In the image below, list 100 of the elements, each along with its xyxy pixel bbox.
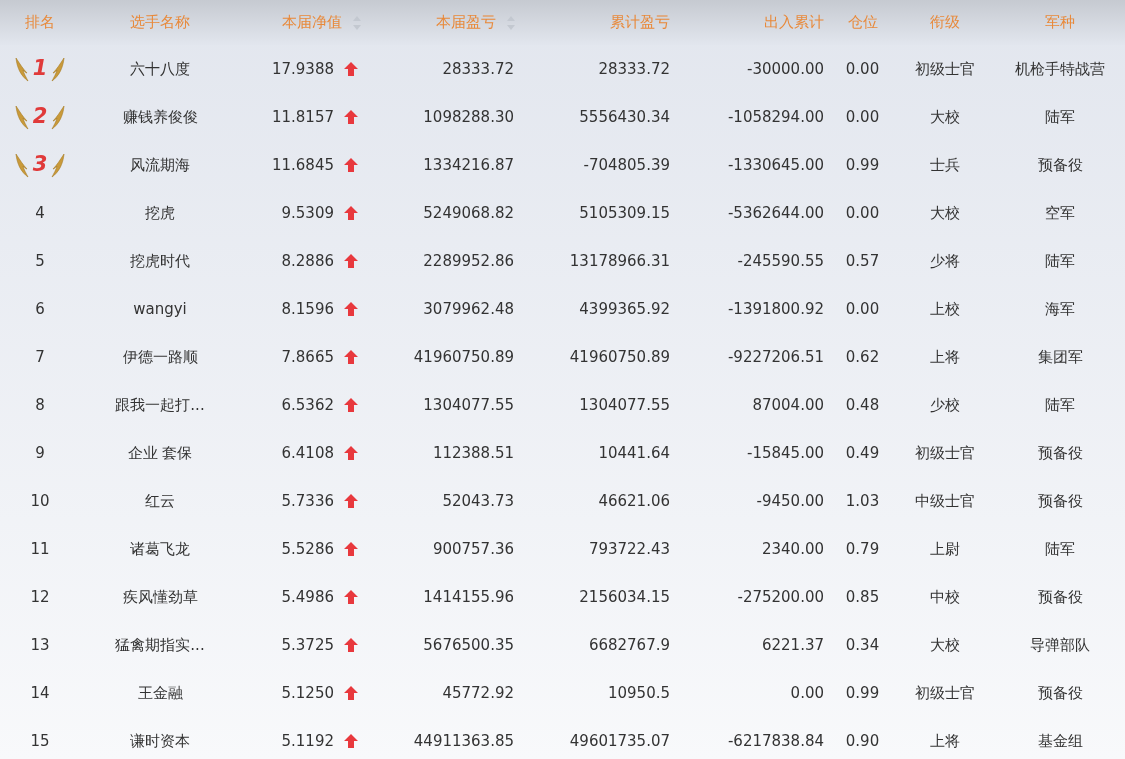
flow-value: -275200.00 bbox=[737, 586, 824, 608]
net-value: 8.1596 bbox=[281, 298, 334, 320]
rank-number: 9 bbox=[35, 442, 45, 464]
flow-value: -1330645.00 bbox=[727, 154, 824, 176]
rank-number: 7 bbox=[35, 346, 45, 368]
column-header: 排名 bbox=[25, 12, 55, 34]
total-profit-value: 13178966.31 bbox=[569, 250, 670, 272]
flow-value: -6217838.84 bbox=[727, 730, 824, 752]
flow-value: -1391800.92 bbox=[727, 298, 824, 320]
rank-title: 大校 bbox=[930, 634, 960, 656]
net-value: 8.2886 bbox=[281, 250, 334, 272]
position-value: 0.85 bbox=[845, 586, 880, 608]
rank-title: 大校 bbox=[930, 106, 960, 128]
net-value: 6.5362 bbox=[281, 394, 334, 416]
total-profit-value: 49601735.07 bbox=[569, 730, 670, 752]
total-profit-value: 4399365.92 bbox=[579, 298, 670, 320]
column-header: 军种 bbox=[1045, 12, 1075, 34]
position-value: 0.49 bbox=[845, 442, 880, 464]
total-profit-value: 5105309.15 bbox=[579, 202, 670, 224]
player-name: 诸葛飞龙 bbox=[130, 538, 190, 560]
position-value: 0.79 bbox=[845, 538, 880, 560]
player-name: 红云 bbox=[145, 490, 175, 512]
rank-title: 士兵 bbox=[930, 154, 960, 176]
profit-value: 5676500.35 bbox=[423, 634, 514, 656]
flow-value: -1058294.00 bbox=[727, 106, 824, 128]
total-profit-value: 793722.43 bbox=[588, 538, 670, 560]
net-value: 11.6845 bbox=[271, 154, 334, 176]
rank-title: 上将 bbox=[930, 730, 960, 752]
branch-name: 海军 bbox=[1045, 298, 1075, 320]
branch-name: 预备役 bbox=[1037, 682, 1083, 704]
rank-title: 初级士官 bbox=[915, 442, 975, 464]
net-value: 5.5286 bbox=[281, 538, 334, 560]
total-profit-value: 2156034.15 bbox=[579, 586, 670, 608]
flow-value: 2340.00 bbox=[761, 538, 824, 560]
branch-name: 预备役 bbox=[1037, 490, 1083, 512]
player-name: 挖虎 bbox=[145, 202, 175, 224]
sort-icon[interactable] bbox=[352, 14, 362, 31]
total-profit-value: -704805.39 bbox=[583, 154, 670, 176]
rank-number: 4 bbox=[35, 202, 45, 224]
rank-number: 15 bbox=[30, 730, 50, 752]
profit-value: 2289952.86 bbox=[423, 250, 514, 272]
wing-icon bbox=[14, 152, 29, 178]
player-name: 谦时资本 bbox=[130, 730, 190, 752]
column-header[interactable]: 本届盈亏 bbox=[436, 11, 516, 34]
position-value: 0.57 bbox=[845, 250, 880, 272]
net-value: 5.1192 bbox=[281, 730, 334, 752]
rank-number: 6 bbox=[35, 298, 45, 320]
rank-number: 2 bbox=[32, 103, 48, 131]
branch-name: 陆军 bbox=[1045, 394, 1075, 416]
profit-value: 3079962.48 bbox=[423, 298, 514, 320]
wing-icon bbox=[51, 152, 66, 178]
branch-name: 预备役 bbox=[1037, 154, 1083, 176]
branch-name: 预备役 bbox=[1037, 442, 1083, 464]
flow-value: 87004.00 bbox=[752, 394, 824, 416]
player-name: 风流期海 bbox=[130, 154, 190, 176]
profit-value: 112388.51 bbox=[432, 442, 514, 464]
column-header: 仓位 bbox=[847, 12, 878, 34]
flow-value: 6221.37 bbox=[761, 634, 824, 656]
flow-value: -9227206.51 bbox=[727, 346, 824, 368]
branch-name: 空军 bbox=[1045, 202, 1075, 224]
column-header[interactable]: 本届净值 bbox=[282, 11, 362, 34]
position-value: 0.99 bbox=[845, 682, 880, 704]
branch-name: 导弹部队 bbox=[1030, 634, 1090, 656]
position-value: 0.00 bbox=[845, 202, 880, 224]
rank-title: 少校 bbox=[930, 394, 960, 416]
branch-name: 基金组 bbox=[1037, 730, 1083, 752]
column-header: 选手名称 bbox=[130, 12, 190, 34]
wing-icon bbox=[14, 56, 29, 82]
rank-number: 10 bbox=[30, 490, 50, 512]
rank-title: 上校 bbox=[930, 298, 960, 320]
rank-title: 初级士官 bbox=[915, 682, 975, 704]
wing-icon bbox=[51, 104, 66, 130]
rank-title: 大校 bbox=[930, 202, 960, 224]
sort-icon[interactable] bbox=[506, 14, 516, 31]
player-name: 疾风懂劲草 bbox=[122, 586, 198, 608]
net-value: 5.7336 bbox=[281, 490, 334, 512]
rank-title: 上尉 bbox=[930, 538, 960, 560]
player-name: 王金融 bbox=[137, 682, 183, 704]
total-profit-value: 41960750.89 bbox=[569, 346, 670, 368]
net-value: 5.4986 bbox=[281, 586, 334, 608]
profit-value: 1098288.30 bbox=[423, 106, 514, 128]
position-value: 0.90 bbox=[845, 730, 880, 752]
player-name: wangyi bbox=[133, 298, 187, 320]
branch-name: 机枪手特战营 bbox=[1015, 58, 1105, 80]
rank-number: 5 bbox=[35, 250, 45, 272]
net-value: 6.4108 bbox=[281, 442, 334, 464]
total-profit-value: 1304077.55 bbox=[579, 394, 670, 416]
total-profit-value: 28333.72 bbox=[598, 58, 670, 80]
net-value: 5.1250 bbox=[281, 682, 334, 704]
profit-value: 44911363.85 bbox=[413, 730, 514, 752]
rank-title: 中校 bbox=[930, 586, 960, 608]
profit-value: 45772.92 bbox=[442, 682, 514, 704]
flow-value: 0.00 bbox=[790, 682, 824, 704]
player-name: 跟我一起打... bbox=[115, 394, 205, 416]
player-name: 挖虎时代 bbox=[130, 250, 190, 272]
position-value: 0.48 bbox=[845, 394, 880, 416]
rank-number: 8 bbox=[35, 394, 45, 416]
player-name: 六十八度 bbox=[130, 58, 190, 80]
flow-value: -15845.00 bbox=[747, 442, 824, 464]
rank-number: 13 bbox=[30, 634, 50, 656]
